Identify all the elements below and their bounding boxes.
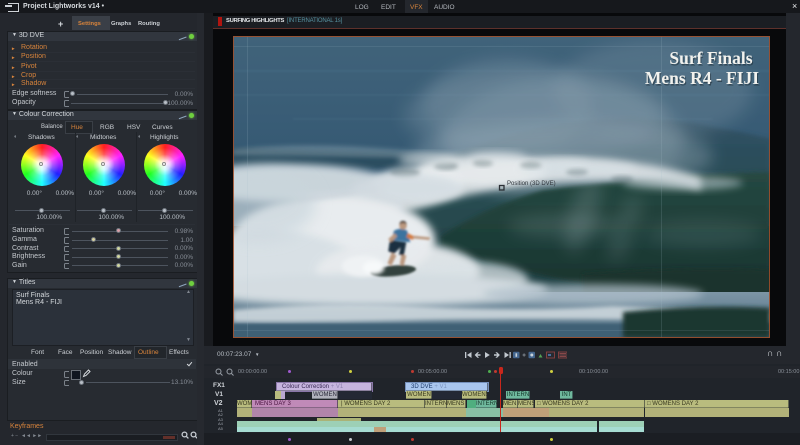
svg-text:Position (3D DVE): Position (3D DVE) [507,181,556,187]
svg-text:Surf Finals: Surf Finals [669,48,752,68]
svg-text:Mens R4 - FIJI: Mens R4 - FIJI [645,68,759,88]
